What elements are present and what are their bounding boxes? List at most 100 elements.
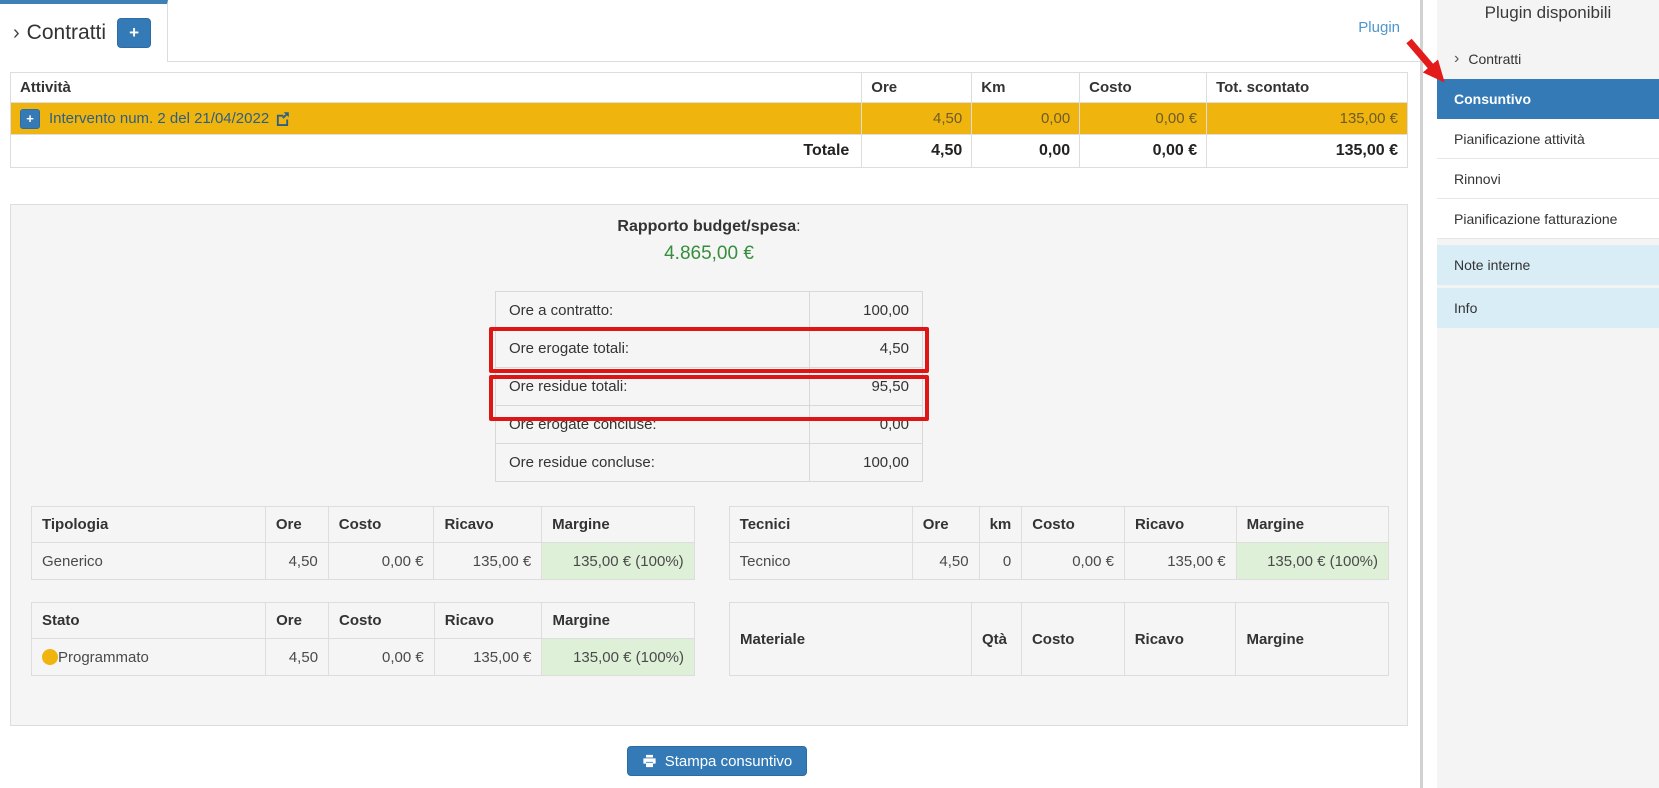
sidebar-item-note-interne[interactable]: Note interne — [1437, 245, 1659, 285]
tab-contratti[interactable]: › Contratti + — [0, 0, 168, 62]
total-tot-scontato: 135,00 € — [1207, 135, 1408, 168]
chevron-right-icon: › — [1454, 51, 1459, 67]
budget-title: Rapporto budget/spesa: — [11, 218, 1407, 236]
activity-costo: 0,00 € — [1080, 103, 1207, 135]
tecnici-header-row: Tecnici Ore km Costo Ricavo Margine — [729, 507, 1388, 543]
plus-icon: + — [26, 111, 34, 126]
summary-row-1: Tipologia Ore Costo Ricavo Margine Gener… — [31, 506, 1389, 580]
tipologia-table: Tipologia Ore Costo Ricavo Margine Gener… — [31, 506, 695, 580]
plugin-tab-link[interactable]: Plugin — [1358, 19, 1400, 36]
budget-title-text: Rapporto budget/spesa — [617, 218, 796, 235]
total-costo: 0,00 € — [1080, 135, 1207, 168]
materiale-table: Materiale Qtà Costo Ricavo Margine — [729, 602, 1389, 676]
sidebar-item-label: Consuntivo — [1454, 91, 1531, 107]
col-header-costo: Costo — [1080, 73, 1207, 103]
main-content: Attività Ore Km Costo Tot. scontato + In… — [0, 72, 1424, 776]
stat-value: 0,00 — [810, 406, 923, 444]
stats-row-ore-residue-totali: Ore residue totali: 95,50 — [496, 368, 923, 406]
add-contract-button[interactable]: + — [117, 18, 151, 48]
stats-row-ore-residue-concluse: Ore residue concluse: 100,00 — [496, 444, 923, 482]
stato-margine: 135,00 € (100%) — [542, 639, 695, 676]
total-km: 0,00 — [972, 135, 1080, 168]
tecnici-table: Tecnici Ore km Costo Ricavo Margine Tecn… — [729, 506, 1389, 580]
sidebar-item-label: Pianificazione fatturazione — [1454, 211, 1617, 227]
tipologia-ricavo: 135,00 € — [434, 543, 542, 580]
col-header-margine: Margine — [542, 507, 694, 543]
budget-box: Rapporto budget/spesa: 4.865,00 € Ore a … — [10, 204, 1408, 726]
page-title: Contratti — [27, 21, 106, 45]
stat-label: Ore erogate concluse: — [496, 406, 810, 444]
total-ore: 4,50 — [862, 135, 972, 168]
print-row: Stampa consuntivo — [10, 746, 1424, 776]
print-button-label: Stampa consuntivo — [665, 753, 793, 770]
tecnico-ore: 4,50 — [912, 543, 979, 580]
col-header-costo: Costo — [1022, 507, 1125, 543]
sidebar-item-consuntivo[interactable]: Consuntivo — [1437, 79, 1659, 119]
tipologia-margine: 135,00 € (100%) — [542, 543, 694, 580]
col-header-costo: Costo — [328, 507, 434, 543]
stat-value: 95,50 — [810, 368, 923, 406]
sidebar-item-contratti[interactable]: › Contratti — [1437, 39, 1659, 79]
activity-row[interactable]: + Intervento num. 2 del 21/04/2022 — [11, 103, 1408, 135]
stat-value: 100,00 — [810, 444, 923, 482]
sidebar-item-pianificazione-attivita[interactable]: Pianificazione attività — [1437, 119, 1659, 159]
tecnici-row: Tecnico 4,50 0 0,00 € 135,00 € 135,00 € … — [729, 543, 1388, 580]
stats-row-ore-erogate-totali: Ore erogate totali: 4,50 — [496, 330, 923, 368]
col-header-stato: Stato — [32, 603, 266, 639]
tecnico-name: Tecnico — [729, 543, 912, 580]
status-dot-programmato — [42, 649, 58, 665]
summary-row-2: Stato Ore Costo Ricavo Margine Programma… — [31, 602, 1389, 676]
col-header-ricavo: Ricavo — [1124, 603, 1236, 676]
sidebar-item-label: Rinnovi — [1454, 171, 1501, 187]
sidebar-item-label: Contratti — [1468, 51, 1521, 67]
activity-link[interactable]: Intervento num. 2 del 21/04/2022 — [49, 110, 269, 127]
tecnico-km: 0 — [979, 543, 1022, 580]
stato-name: Programmato — [58, 649, 149, 666]
col-header-costo: Costo — [1021, 603, 1124, 676]
col-header-costo: Costo — [329, 603, 435, 639]
tecnico-margine: 135,00 € (100%) — [1236, 543, 1388, 580]
col-header-km: km — [979, 507, 1022, 543]
materiale-header-row: Materiale Qtà Costo Ricavo Margine — [730, 603, 1389, 676]
sidebar-item-label: Pianificazione attività — [1454, 131, 1585, 147]
stat-label: Ore residue concluse: — [496, 444, 810, 482]
col-header-ore: Ore — [265, 507, 328, 543]
budget-stats-table: Ore a contratto: 100,00 Ore erogate tota… — [495, 291, 923, 482]
col-header-tecnici: Tecnici — [729, 507, 912, 543]
col-header-margine: Margine — [1236, 507, 1388, 543]
expand-activity-button[interactable]: + — [20, 109, 40, 129]
stampa-consuntivo-button[interactable]: Stampa consuntivo — [627, 746, 808, 776]
sidebar-item-rinnovi[interactable]: Rinnovi — [1437, 159, 1659, 199]
col-header-qta: Qtà — [972, 603, 1022, 676]
sidebar-item-label: Note interne — [1454, 257, 1530, 273]
plugin-sidebar: Plugin disponibili › Contratti Consuntiv… — [1437, 0, 1659, 788]
tipologia-row: Generico 4,50 0,00 € 135,00 € 135,00 € (… — [32, 543, 695, 580]
stato-row: Programmato 4,50 0,00 € 135,00 € 135,00 … — [32, 639, 695, 676]
tabbar-divider — [168, 61, 1424, 62]
spacer — [695, 506, 729, 580]
stat-label: Ore residue totali: — [496, 368, 810, 406]
printer-icon — [642, 754, 657, 768]
col-header-ricavo: Ricavo — [1124, 507, 1236, 543]
col-header-ore: Ore — [266, 603, 329, 639]
col-header-materiale: Materiale — [730, 603, 972, 676]
page: › Contratti + Plugin Attività Ore Km Cos… — [0, 0, 1659, 788]
activity-ore: 4,50 — [862, 103, 972, 135]
sidebar-item-info[interactable]: Info — [1437, 288, 1659, 328]
plus-icon: + — [129, 23, 139, 43]
budget-stats: Ore a contratto: 100,00 Ore erogate tota… — [495, 291, 923, 482]
stat-label: Ore a contratto: — [496, 292, 810, 330]
sidebar-title: Plugin disponibili — [1437, 0, 1659, 23]
col-header-margine: Margine — [1236, 603, 1389, 676]
sidebar-item-pianificazione-fatturazione[interactable]: Pianificazione fatturazione — [1437, 199, 1659, 239]
external-link-icon[interactable] — [275, 111, 290, 126]
col-header-ricavo: Ricavo — [434, 507, 542, 543]
total-label: Totale — [11, 135, 862, 168]
spacer — [695, 602, 729, 676]
col-header-ore: Ore — [862, 73, 972, 103]
activity-header-row: Attività Ore Km Costo Tot. scontato — [11, 73, 1408, 103]
col-header-km: Km — [972, 73, 1080, 103]
budget-title-colon: : — [796, 218, 800, 235]
tab-bar: › Contratti + Plugin — [0, 0, 1424, 62]
col-header-ore: Ore — [912, 507, 979, 543]
